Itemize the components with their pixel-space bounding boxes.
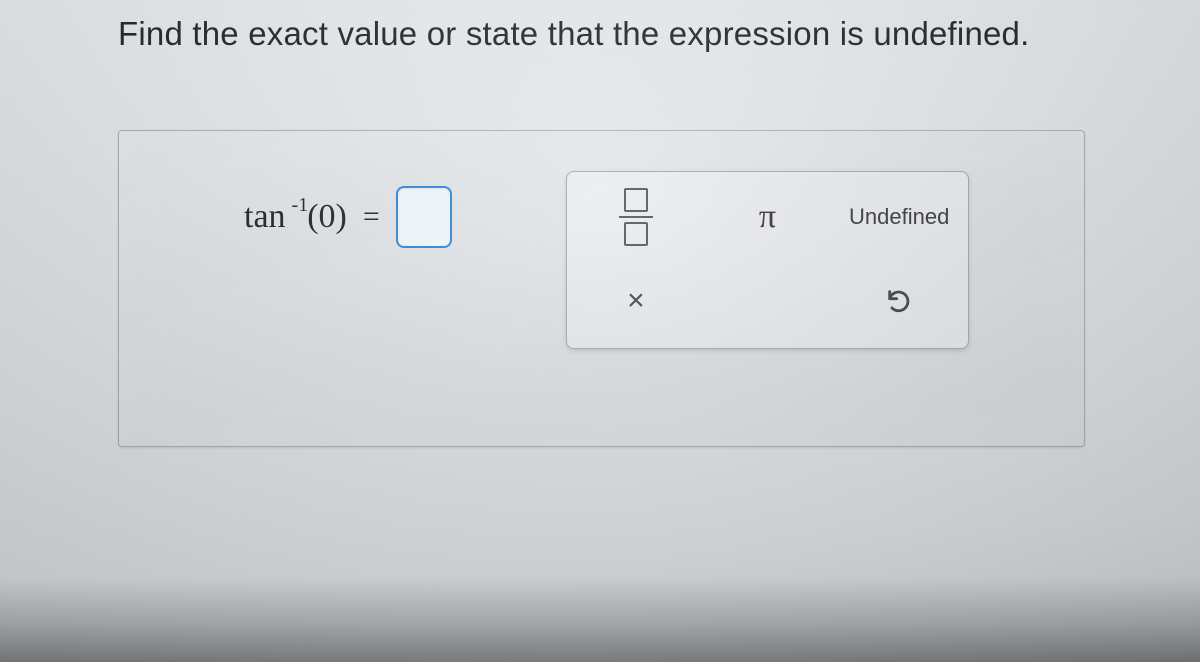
undefined-button[interactable]: Undefined [838, 180, 960, 254]
undo-icon [885, 287, 913, 315]
clear-button[interactable]: × [575, 264, 697, 338]
answer-input[interactable] [396, 186, 452, 248]
equals-sign: = [363, 200, 380, 234]
empty-cell [707, 264, 829, 338]
undefined-label: Undefined [849, 204, 949, 230]
func-argument: (0) [307, 198, 347, 235]
expression-function: tan-1(0) [244, 198, 347, 236]
close-icon: × [627, 284, 645, 318]
question-text: Find the exact value or state that the e… [118, 15, 1029, 53]
pi-icon: π [759, 200, 776, 234]
fraction-icon [619, 188, 653, 246]
reset-button[interactable] [838, 264, 960, 338]
pi-button[interactable]: π [707, 180, 829, 254]
answer-panel: tan-1(0) = π Undefined × [118, 130, 1085, 447]
func-name: tan [244, 198, 290, 235]
math-toolbox: π Undefined × [566, 171, 969, 349]
fraction-button[interactable] [575, 180, 697, 254]
expression: tan-1(0) = [244, 186, 452, 248]
screen-bezel [0, 577, 1200, 662]
func-superscript: -1 [292, 194, 309, 216]
